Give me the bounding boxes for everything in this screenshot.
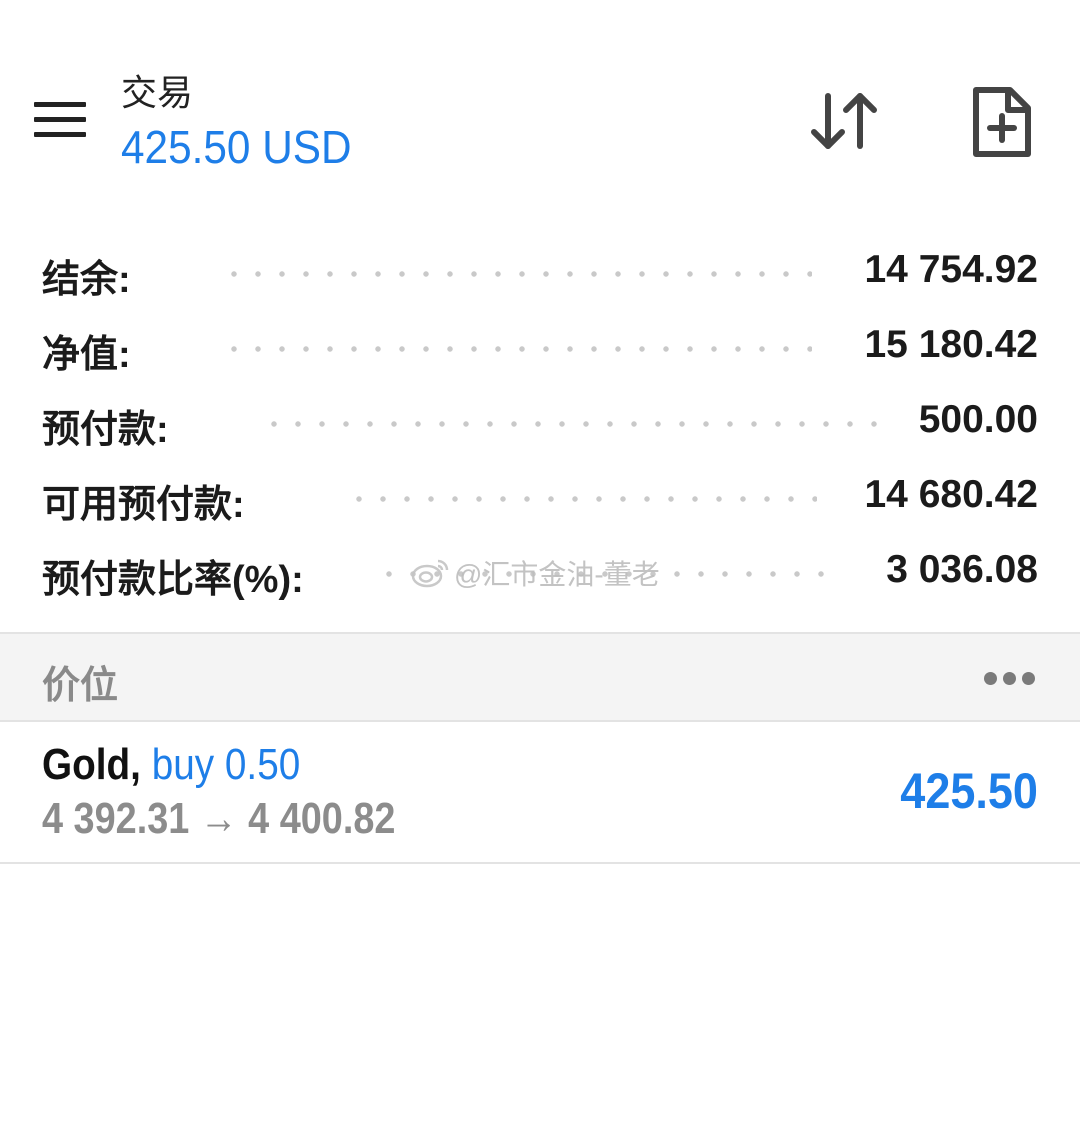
summary-row-equity: 净值: 15 180.42	[42, 313, 1038, 376]
leader-dots	[347, 495, 817, 503]
section-title: 价位	[42, 665, 119, 707]
summary-row-free-margin: 可用预付款: 14 680.42	[42, 463, 1038, 526]
position-symbol: Gold,	[42, 740, 141, 789]
more-options-icon[interactable]	[984, 672, 1036, 686]
summary-row-balance: 结余: 14 754.92	[42, 238, 1038, 301]
summary-value: 3 036.08	[886, 548, 1038, 591]
new-document-plus-icon[interactable]	[968, 84, 1036, 160]
summary-label: 预付款:	[42, 409, 169, 451]
position-title: Gold, buy 0.50	[42, 740, 300, 790]
leader-dots	[262, 420, 882, 428]
summary-label: 预付款比率(%):	[42, 559, 304, 601]
summary-row-margin: 预付款: 500.00	[42, 388, 1038, 451]
summary-label: 可用预付款:	[42, 484, 245, 526]
summary-value: 14 754.92	[864, 248, 1038, 291]
position-profit: 425.50	[900, 763, 1038, 819]
summary-value: 14 680.42	[864, 473, 1038, 516]
leader-dots	[222, 270, 812, 278]
weibo-logo-icon	[410, 557, 450, 596]
leader-dots	[222, 345, 812, 353]
summary-value: 15 180.42	[864, 323, 1038, 366]
sort-arrows-icon[interactable]	[806, 88, 886, 154]
top-bar: 交易 425.50 USD	[0, 0, 1080, 205]
positions-section-header: 价位	[0, 632, 1080, 722]
header-balance: 425.50 USD	[121, 121, 352, 173]
weibo-watermark: @汇市金油-董老	[410, 553, 660, 596]
summary-label: 结余:	[42, 259, 131, 301]
position-price-change: 4 392.31 → 4 400.82	[42, 794, 396, 843]
watermark-text: @汇市金油-董老	[454, 559, 660, 590]
hamburger-menu-icon[interactable]	[30, 98, 88, 144]
summary-value: 500.00	[918, 398, 1038, 441]
position-row[interactable]: Gold, buy 0.50 4 392.31 → 4 400.82 425.5…	[0, 720, 1080, 864]
page-title: 交易	[121, 72, 194, 113]
summary-label: 净值:	[42, 334, 131, 376]
position-side-volume: buy 0.50	[151, 740, 301, 789]
